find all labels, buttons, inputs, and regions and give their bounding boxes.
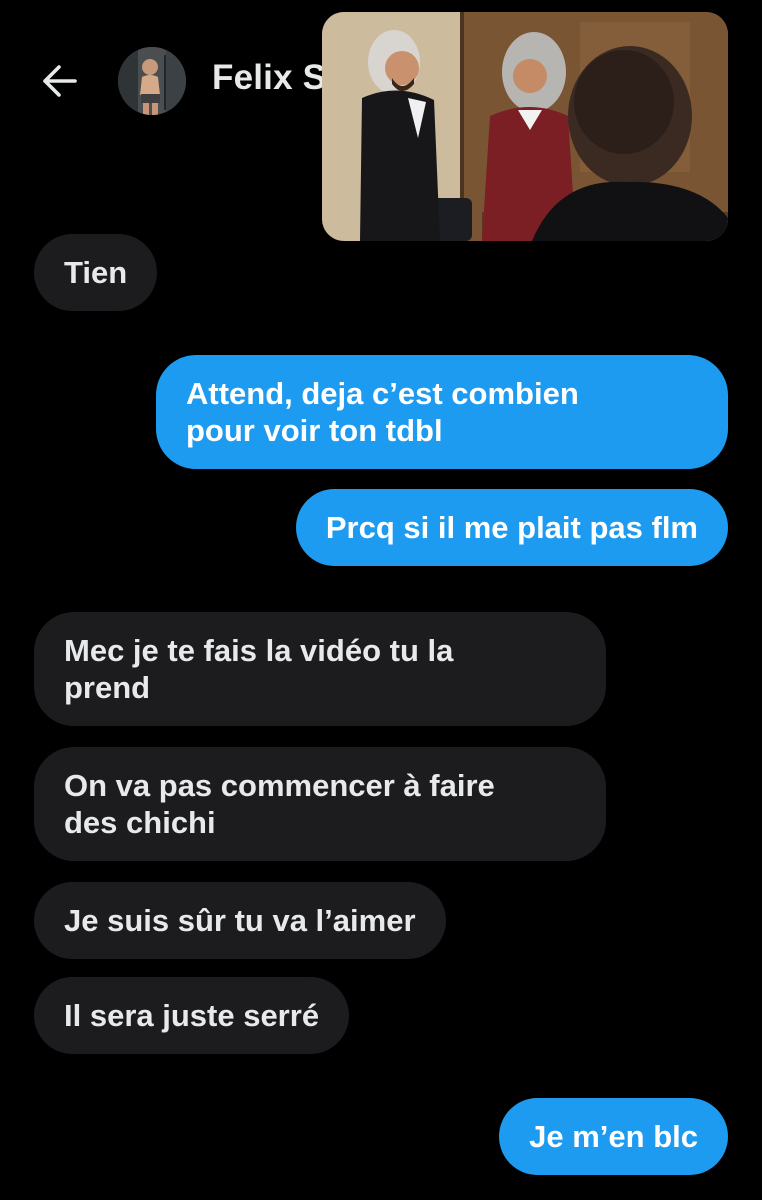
video-frame	[322, 12, 728, 241]
message-text: On va pas commencer à faire	[64, 768, 495, 803]
message-text: Attend, deja c’est combien	[186, 376, 579, 411]
message-text: Je m’en blc	[529, 1119, 698, 1154]
message-bubble-outgoing[interactable]: Prcq si il me plait pas flm	[295, 489, 728, 566]
message-bubble-incoming[interactable]: Je suis sûr tu va l’aimer	[34, 882, 446, 959]
message-bubble-incoming[interactable]: Tien	[34, 234, 158, 311]
message-bubble-incoming[interactable]: On va pas commencer à faire des chichi	[34, 747, 606, 861]
message-bubble-outgoing[interactable]: Je m’en blc	[499, 1098, 728, 1175]
message-bubble-outgoing[interactable]: Attend, deja c’est combien pour voir ton…	[156, 355, 728, 469]
avatar[interactable]	[118, 47, 186, 115]
message-text: Mec je te fais la vidéo tu la	[64, 633, 454, 668]
arrow-left-icon	[43, 65, 77, 97]
message-text: pour voir ton tdbl	[186, 413, 443, 448]
conversation-header: Felix S	[0, 0, 762, 241]
avatar-image	[118, 47, 186, 115]
contact-name[interactable]: Felix S	[212, 58, 326, 98]
message-text: prend	[64, 670, 151, 705]
back-button[interactable]	[34, 57, 84, 105]
message-text: Il sera juste serré	[64, 998, 320, 1033]
message-text: Tien	[64, 255, 128, 290]
message-bubble-incoming[interactable]: Il sera juste serré	[34, 977, 350, 1054]
picture-in-picture-video[interactable]	[322, 12, 728, 241]
message-text: des chichi	[64, 805, 216, 840]
message-text: Je suis sûr tu va l’aimer	[64, 903, 416, 938]
message-bubble-incoming[interactable]: Mec je te fais la vidéo tu la prend	[34, 612, 606, 726]
message-text: Prcq si il me plait pas flm	[325, 510, 698, 545]
